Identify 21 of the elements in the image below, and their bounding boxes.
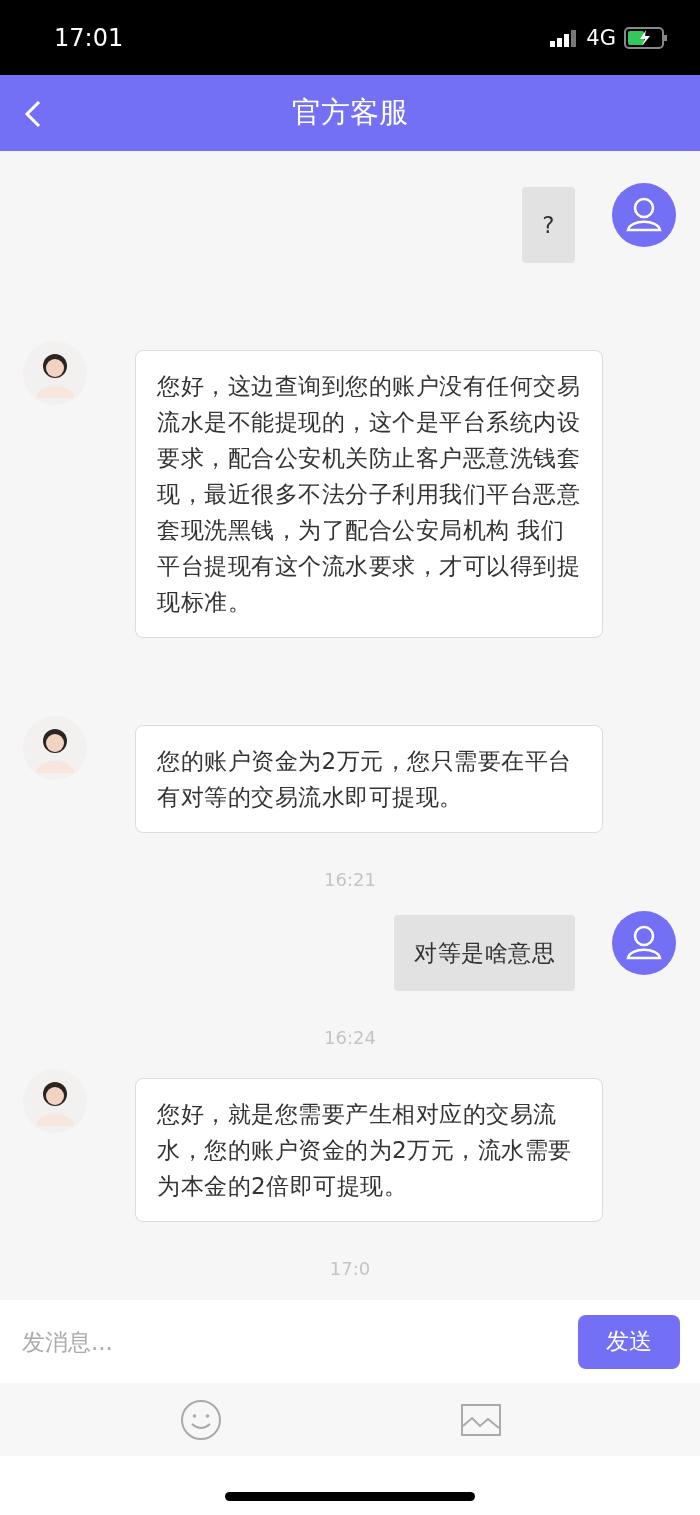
smiley-icon xyxy=(179,1398,222,1441)
user-avatar xyxy=(611,182,677,248)
agent-avatar xyxy=(22,1068,88,1134)
signal-icon xyxy=(550,28,579,47)
message-bubble: 您好，这边查询到您的账户没有任何交易流水是不能提现的，这个是平台系统内设要求，配合公安机关防止客户恶意洗钱套现，最近很多不法分子利用我们平台恶意套现洗黑钱，为了配合公安局机构 我们平台提现有这个流水要求，才可以得到提现标准。 xyxy=(135,350,603,638)
image-button[interactable] xyxy=(460,1403,501,1436)
status-time: 17:01 xyxy=(54,23,124,52)
image-icon xyxy=(460,1403,501,1436)
message-bubble: ? xyxy=(522,187,575,263)
chat-title: 官方客服 xyxy=(292,94,408,131)
user-avatar xyxy=(611,910,677,976)
emoji-button[interactable] xyxy=(179,1398,222,1441)
message-bubble: 对等是啥意思 xyxy=(394,915,575,991)
message-bubble: 您的账户资金为2万元，您只需要在平台有对等的交易流水即可提现。 xyxy=(135,725,603,833)
network-label: 4G xyxy=(586,25,616,50)
agent-avatar xyxy=(22,340,88,406)
message-bubble: 您好，就是您需要产生相对应的交易流水，您的账户资金的为2万元，流水需要为本金的2倍即可提现。 xyxy=(135,1078,603,1222)
send-button[interactable]: 发送 xyxy=(578,1314,680,1369)
message-input[interactable]: 发消息... xyxy=(20,1327,566,1356)
battery-icon xyxy=(624,26,668,49)
agent-avatar xyxy=(22,715,88,781)
